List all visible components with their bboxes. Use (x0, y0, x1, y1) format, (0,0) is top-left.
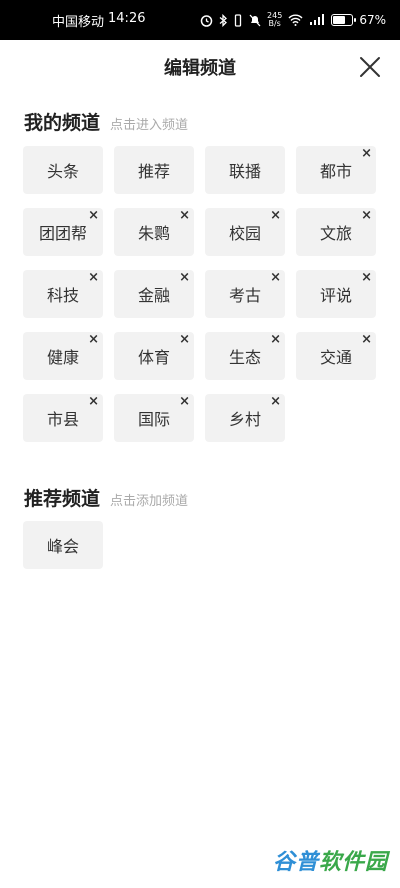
remove-channel-icon[interactable]: × (179, 395, 190, 409)
page-title: 编辑频道 (164, 58, 236, 79)
channel-label: 校园 (228, 224, 261, 243)
mute-icon (249, 14, 261, 27)
channel-label: 国际 (137, 410, 170, 429)
channel-label: 健康 (46, 348, 79, 367)
remove-channel-icon[interactable]: × (88, 395, 99, 409)
wifi-icon (288, 14, 303, 26)
remove-channel-icon[interactable]: × (361, 209, 372, 223)
channel-chip[interactable]: 文旅 × (296, 208, 376, 256)
remove-channel-icon[interactable]: × (179, 333, 190, 347)
channel-chip[interactable]: 朱鹮 × (114, 208, 194, 256)
channel-chip[interactable]: 健康 × (23, 332, 103, 380)
signal-icon (309, 14, 325, 26)
channel-label: 团团帮 (38, 224, 87, 243)
recommended-channels-title: 推荐频道 (24, 488, 101, 510)
remove-channel-icon[interactable]: × (270, 333, 281, 347)
my-channels-title: 我的频道 (24, 112, 101, 134)
channel-chip[interactable]: 评说 × (296, 270, 376, 318)
remove-channel-icon[interactable]: × (179, 209, 190, 223)
channel-label: 生态 (228, 348, 261, 367)
remove-channel-icon[interactable]: × (88, 209, 99, 223)
channel-chip[interactable]: 生态 × (205, 332, 285, 380)
remove-channel-icon[interactable]: × (270, 209, 281, 223)
channel-label: 峰会 (46, 537, 79, 556)
status-bar: 中国移动 14:26 245 B/s 67% (0, 0, 400, 40)
remove-channel-icon[interactable]: × (179, 271, 190, 285)
remove-channel-icon[interactable]: × (361, 333, 372, 347)
channel-chip[interactable]: 金融 × (114, 270, 194, 318)
channel-label: 推荐 (137, 162, 170, 181)
channel-chip[interactable]: 团团帮 × (23, 208, 103, 256)
channel-label: 市县 (46, 410, 79, 429)
channel-label: 文旅 (319, 224, 352, 243)
remove-channel-icon[interactable]: × (361, 271, 372, 285)
alarm-icon (200, 14, 213, 27)
channel-label: 体育 (137, 348, 170, 367)
bluetooth-icon (219, 13, 228, 27)
channel-chip[interactable]: 交通 × (296, 332, 376, 380)
channel-label: 交通 (319, 348, 352, 367)
channel-chip[interactable]: 推荐 (114, 146, 194, 194)
channel-label: 评说 (319, 286, 352, 305)
watermark-part1: 谷普 (272, 850, 319, 875)
recommended-channels-header: 推荐频道 点击添加频道 (24, 484, 188, 511)
watermark-part2: 软件园 (318, 850, 388, 875)
channel-label: 头条 (46, 162, 79, 181)
status-left: 中国移动 14:26 (52, 11, 145, 30)
close-button[interactable] (358, 55, 382, 79)
clock-time: 14:26 (108, 10, 146, 26)
remove-channel-icon[interactable]: × (361, 147, 372, 161)
recommended-channels-grid: 峰会 (23, 521, 377, 569)
channel-chip[interactable]: 头条 (23, 146, 103, 194)
carrier-name: 中国移动 (52, 14, 105, 30)
battery-icon (331, 14, 357, 26)
channel-chip[interactable]: 校园 × (205, 208, 285, 256)
channel-label: 科技 (46, 286, 79, 305)
channel-label: 朱鹮 (137, 224, 170, 243)
battery-level-fill (333, 16, 346, 24)
network-speed-unit: B/s (268, 19, 281, 28)
channel-label: 都市 (319, 162, 352, 181)
channel-chip[interactable]: 体育 × (114, 332, 194, 380)
channel-label: 乡村 (228, 410, 261, 429)
channel-chip[interactable]: 考古 × (205, 270, 285, 318)
remove-channel-icon[interactable]: × (270, 395, 281, 409)
channel-chip[interactable]: 都市 × (296, 146, 376, 194)
battery-percent: 67% (359, 13, 386, 27)
recommended-channels-hint: 点击添加频道 (110, 494, 189, 509)
header: 编辑频道 (0, 40, 400, 94)
channel-chip[interactable]: 峰会 (23, 521, 103, 569)
channel-chip[interactable]: 联播 (205, 146, 285, 194)
channel-chip[interactable]: 国际 × (114, 394, 194, 442)
remove-channel-icon[interactable]: × (88, 333, 99, 347)
remove-channel-icon[interactable]: × (88, 271, 99, 285)
remove-channel-icon[interactable]: × (270, 271, 281, 285)
my-channels-header: 我的频道 点击进入频道 (24, 108, 188, 135)
channel-chip[interactable]: 科技 × (23, 270, 103, 318)
channel-label: 考古 (228, 286, 261, 305)
status-right: 245 B/s 67% (200, 12, 386, 28)
my-channels-hint: 点击进入频道 (110, 118, 189, 133)
channel-chip[interactable]: 市县 × (23, 394, 103, 442)
network-speed: 245 B/s (267, 12, 282, 28)
vibrate-icon (233, 13, 243, 27)
my-channels-grid: 头条 推荐 联播 都市 × 团团帮 × 朱鹮 × 校园 × 文旅 × 科技 × 金融 × 考古 × 评说 × 健康 × 体育 ×… (23, 146, 377, 442)
channel-label: 联播 (228, 162, 261, 181)
watermark-logo: 谷普软件园 (273, 844, 388, 876)
close-icon (360, 57, 380, 77)
channel-chip[interactable]: 乡村 × (205, 394, 285, 442)
channel-label: 金融 (137, 286, 170, 305)
